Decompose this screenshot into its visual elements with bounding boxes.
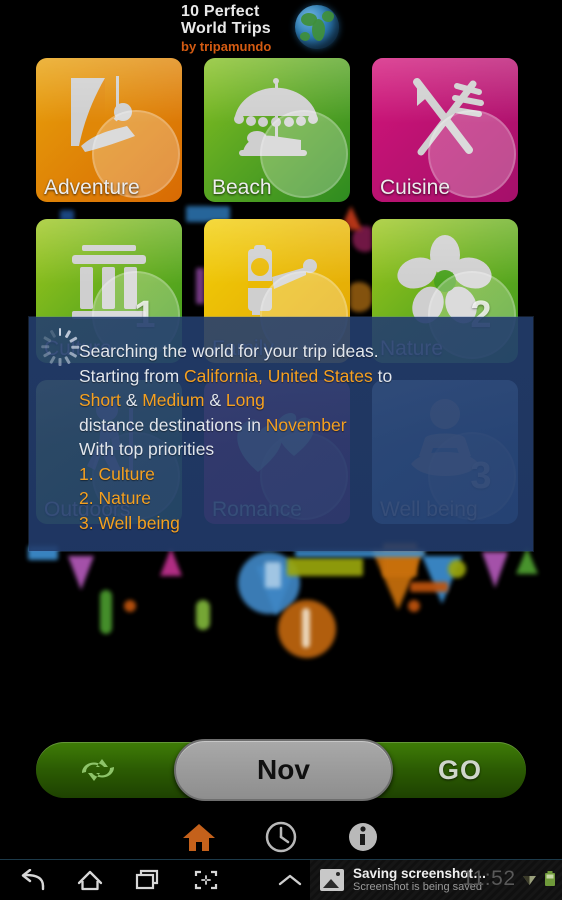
priority-item-3: 3. Well being	[79, 512, 180, 533]
refresh-icon	[81, 759, 115, 781]
tile-label: Beach	[212, 176, 272, 199]
back-icon	[21, 869, 45, 891]
system-collapse-button[interactable]	[270, 864, 310, 896]
go-button[interactable]: GO	[420, 754, 500, 786]
home-icon	[183, 824, 215, 851]
system-status-icons	[522, 871, 556, 887]
tile-label: Adventure	[44, 176, 140, 199]
bottom-controls: GO Nov	[36, 739, 526, 801]
distance-short: Short	[79, 390, 121, 410]
system-back-button[interactable]	[16, 864, 48, 896]
recents-icon	[135, 869, 159, 890]
month-selector-button[interactable]: Nov	[174, 739, 393, 801]
image-icon	[320, 869, 344, 891]
footer-home-button[interactable]	[178, 816, 220, 858]
overlay-line-5: With top priorities	[79, 437, 519, 462]
top-priorities-label: With top priorities	[79, 439, 215, 459]
overlay-line-2: Starting from California, United States …	[79, 364, 519, 389]
notification-ticker[interactable]: Saving screenshot… Screenshot is being s…	[310, 860, 562, 900]
system-nav-group	[0, 864, 222, 896]
loading-spinner-icon	[40, 327, 80, 367]
to-label: to	[372, 365, 393, 386]
footer-info-button[interactable]	[342, 816, 384, 858]
system-recents-button[interactable]	[132, 864, 164, 896]
android-system-bar: Saving screenshot… Screenshot is being s…	[0, 859, 562, 900]
distance-medium: Medium	[142, 390, 205, 410]
distance-long: Long	[225, 390, 265, 410]
screenshot-icon	[194, 870, 218, 890]
month-value: November	[265, 414, 347, 435]
amp-1: &	[120, 390, 143, 410]
amp-2: &	[204, 390, 226, 410]
app-root: 10 Perfect World Trips by tripamundo Adv…	[0, 0, 562, 900]
distance-destinations-label: distance destinations in	[79, 414, 266, 435]
system-screenshot-button[interactable]	[190, 864, 222, 896]
system-home-button[interactable]	[74, 864, 106, 896]
clock-icon	[265, 821, 297, 853]
overlay-message: Searching the world for your trip ideas.…	[79, 339, 519, 535]
system-clock: 11:52	[462, 867, 516, 890]
refresh-button[interactable]	[70, 754, 126, 786]
tile-cuisine[interactable]: Cuisine	[372, 58, 518, 202]
tile-adventure[interactable]: Adventure	[36, 58, 182, 202]
tile-label: Cuisine	[380, 176, 451, 199]
overlay-line-1: Searching the world for your trip ideas.	[79, 339, 519, 364]
wifi-icon	[523, 876, 536, 885]
battery-icon	[545, 871, 555, 886]
overlay-line-4: distance destinations in November	[79, 413, 519, 438]
searching-overlay-dialog: Searching the world for your trip ideas.…	[29, 317, 533, 551]
priority-item-2: 2. Nature	[79, 488, 151, 508]
priority-item-1: 1. Culture	[79, 463, 155, 484]
app-footer-nav	[0, 812, 562, 862]
app-logo: 10 Perfect World Trips by tripamundo	[0, 0, 562, 55]
tile-beach[interactable]: Beach	[204, 58, 350, 202]
chevron-up-icon	[278, 874, 302, 886]
info-icon	[349, 823, 377, 851]
origin-value: California, United States	[184, 365, 373, 386]
globe-icon	[295, 5, 339, 49]
overlay-line-3: Short & Medium & Long	[79, 388, 519, 413]
home-icon	[77, 870, 103, 891]
category-row-1: Adventure Beach Cuisine	[36, 58, 528, 202]
footer-history-button[interactable]	[260, 816, 302, 858]
searching-text: Searching the world for your trip ideas.	[79, 341, 379, 361]
starting-from-label: Starting from	[79, 365, 185, 386]
